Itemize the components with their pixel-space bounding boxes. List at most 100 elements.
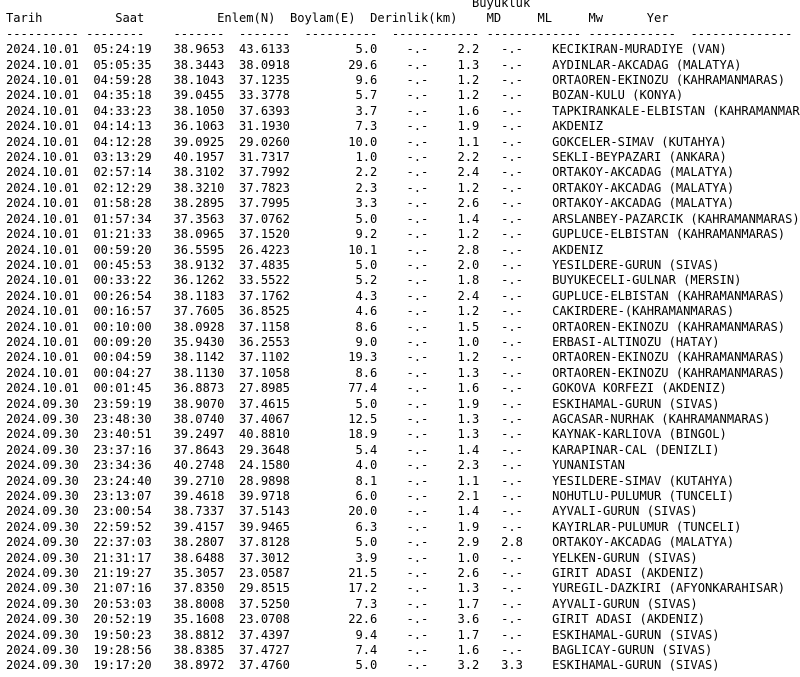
cell-date: 2024.09.30 bbox=[6, 427, 79, 442]
table-row: 2024.09.30 23:00:54 38.7337 37.5143 20.0… bbox=[6, 504, 800, 519]
table-row: 2024.09.30 21:07:16 37.8350 29.8515 17.2… bbox=[6, 581, 800, 596]
cell-location: ESKIHAMAL-GURUN (SIVAS) bbox=[552, 396, 720, 411]
cell-date: 2024.10.01 bbox=[6, 134, 79, 149]
cell-mw: -.- bbox=[501, 581, 523, 596]
cell-md: -.- bbox=[406, 473, 429, 488]
table-row: 2024.10.01 05:05:35 38.3443 38.0918 29.6… bbox=[6, 58, 800, 73]
cell-ml: 1.0 bbox=[457, 550, 480, 565]
cell-latitude: 36.1262 bbox=[173, 273, 225, 288]
cell-ml: 2.8 bbox=[457, 242, 480, 257]
cell-depth: 10.1 bbox=[348, 242, 378, 257]
cell-time: 23:24:40 bbox=[93, 473, 152, 488]
cell-depth: 9.2 bbox=[355, 227, 378, 242]
cell-location: KAYIRLAR-PULUMUR (TUNCELI) bbox=[552, 519, 742, 534]
cell-time: 21:19:27 bbox=[93, 566, 152, 581]
cell-depth: 29.6 bbox=[348, 57, 378, 72]
cell-md: -.- bbox=[406, 458, 429, 473]
table-row: 2024.10.01 04:59:28 38.1043 37.1235 9.6 … bbox=[6, 73, 800, 88]
cell-date: 2024.09.30 bbox=[6, 442, 79, 457]
cell-date: 2024.09.30 bbox=[6, 643, 79, 658]
column-header-line: Tarih Saat Enlem(N) Boylam(E) Derinlik(k… bbox=[6, 11, 800, 26]
cell-date: 2024.10.01 bbox=[6, 288, 79, 303]
cell-md: -.- bbox=[406, 304, 429, 319]
cell-date: 2024.09.30 bbox=[6, 658, 79, 673]
cell-depth: 9.6 bbox=[355, 73, 378, 88]
cell-ml: 1.5 bbox=[457, 319, 480, 334]
cell-location: GOKCELER-SIMAV (KUTAHYA) bbox=[552, 134, 727, 149]
cell-depth: 77.4 bbox=[348, 381, 378, 396]
cell-mw: -.- bbox=[501, 42, 523, 57]
cell-time: 04:14:13 bbox=[93, 119, 152, 134]
cell-md: -.- bbox=[406, 273, 429, 288]
cell-depth: 10.0 bbox=[348, 134, 378, 149]
cell-ml: 1.9 bbox=[457, 396, 480, 411]
cell-longitude: 37.5250 bbox=[239, 596, 290, 611]
cell-md: -.- bbox=[406, 88, 429, 103]
cell-date: 2024.10.01 bbox=[6, 103, 79, 118]
cell-location: ORTAOREN-EKINOZU (KAHRAMANMARAS) bbox=[552, 73, 786, 88]
cell-location: AKDENIZ bbox=[552, 119, 604, 134]
cell-latitude: 38.8972 bbox=[173, 658, 225, 673]
cell-md: -.- bbox=[406, 643, 429, 658]
cell-ml: 2.6 bbox=[457, 566, 480, 581]
cell-time: 23:37:16 bbox=[93, 442, 152, 457]
cell-latitude: 38.3102 bbox=[173, 165, 225, 180]
cell-longitude: 37.4397 bbox=[239, 627, 290, 642]
cell-date: 2024.10.01 bbox=[6, 381, 79, 396]
cell-longitude: 37.7995 bbox=[239, 196, 290, 211]
table-row: 2024.09.30 23:37:16 37.8643 29.3648 5.4 … bbox=[6, 443, 800, 458]
cell-md: -.- bbox=[406, 581, 429, 596]
header-time: Saat bbox=[115, 11, 145, 26]
cell-md: -.- bbox=[406, 165, 429, 180]
cell-longitude: 37.4727 bbox=[239, 643, 290, 658]
cell-depth: 5.0 bbox=[355, 396, 378, 411]
cell-depth: 22.6 bbox=[348, 612, 378, 627]
cell-depth: 12.5 bbox=[348, 411, 378, 426]
cell-location: ESKIHAMAL-GURUN (SIVAS) bbox=[552, 627, 720, 642]
table-row: 2024.10.01 00:04:27 38.1130 37.1058 8.6 … bbox=[6, 366, 800, 381]
cell-time: 23:13:07 bbox=[93, 489, 152, 503]
cell-time: 00:10:00 bbox=[93, 319, 152, 334]
cell-latitude: 38.1183 bbox=[173, 288, 225, 303]
cell-md: -.- bbox=[406, 134, 429, 149]
cell-time: 00:45:53 bbox=[93, 257, 152, 272]
cell-time: 04:35:18 bbox=[93, 88, 152, 103]
cell-time: 22:59:52 bbox=[93, 519, 152, 534]
table-row: 2024.10.01 00:45:53 38.9132 37.4835 5.0 … bbox=[6, 258, 800, 273]
cell-latitude: 35.9430 bbox=[173, 334, 225, 349]
cell-mw: -.- bbox=[501, 180, 523, 195]
cell-mw: -.- bbox=[501, 165, 523, 180]
cell-longitude: 28.9898 bbox=[239, 473, 290, 488]
cell-mw: -.- bbox=[501, 57, 523, 72]
cell-latitude: 38.8812 bbox=[173, 627, 225, 642]
cell-date: 2024.10.01 bbox=[6, 365, 79, 380]
separator-mw: ------------ bbox=[588, 26, 676, 41]
cell-time: 00:26:54 bbox=[93, 288, 152, 303]
cell-mw: -.- bbox=[501, 273, 523, 288]
cell-location: GIRIT ADASI (AKDENIZ) bbox=[552, 566, 705, 581]
cell-latitude: 38.8385 bbox=[173, 643, 225, 658]
cell-time: 00:59:20 bbox=[93, 242, 152, 257]
cell-depth: 2.3 bbox=[355, 180, 378, 195]
cell-longitude: 29.3648 bbox=[239, 442, 290, 457]
cell-depth: 6.0 bbox=[355, 489, 378, 503]
cell-ml: 1.7 bbox=[457, 596, 480, 611]
cell-ml: 1.3 bbox=[457, 57, 480, 72]
cell-depth: 7.3 bbox=[355, 119, 378, 134]
cell-md: -.- bbox=[406, 566, 429, 581]
cell-ml: 1.6 bbox=[457, 381, 480, 396]
cell-mw: -.- bbox=[501, 427, 523, 442]
cell-date: 2024.10.01 bbox=[6, 304, 79, 319]
cell-longitude: 40.8810 bbox=[239, 427, 290, 442]
cell-ml: 1.2 bbox=[457, 227, 480, 242]
cell-time: 23:00:54 bbox=[93, 504, 152, 519]
cell-mw: -.- bbox=[501, 134, 523, 149]
table-row: 2024.10.01 01:58:28 38.2895 37.7995 3.3 … bbox=[6, 196, 800, 211]
table-row: 2024.09.30 23:24:40 39.2710 28.9898 8.1 … bbox=[6, 474, 800, 489]
cell-time: 02:57:14 bbox=[93, 165, 152, 180]
cell-md: -.- bbox=[406, 103, 429, 118]
cell-latitude: 38.8008 bbox=[173, 596, 225, 611]
cell-time: 02:12:29 bbox=[93, 180, 152, 195]
cell-mw: -.- bbox=[501, 334, 523, 349]
cell-longitude: 37.6393 bbox=[239, 103, 290, 118]
